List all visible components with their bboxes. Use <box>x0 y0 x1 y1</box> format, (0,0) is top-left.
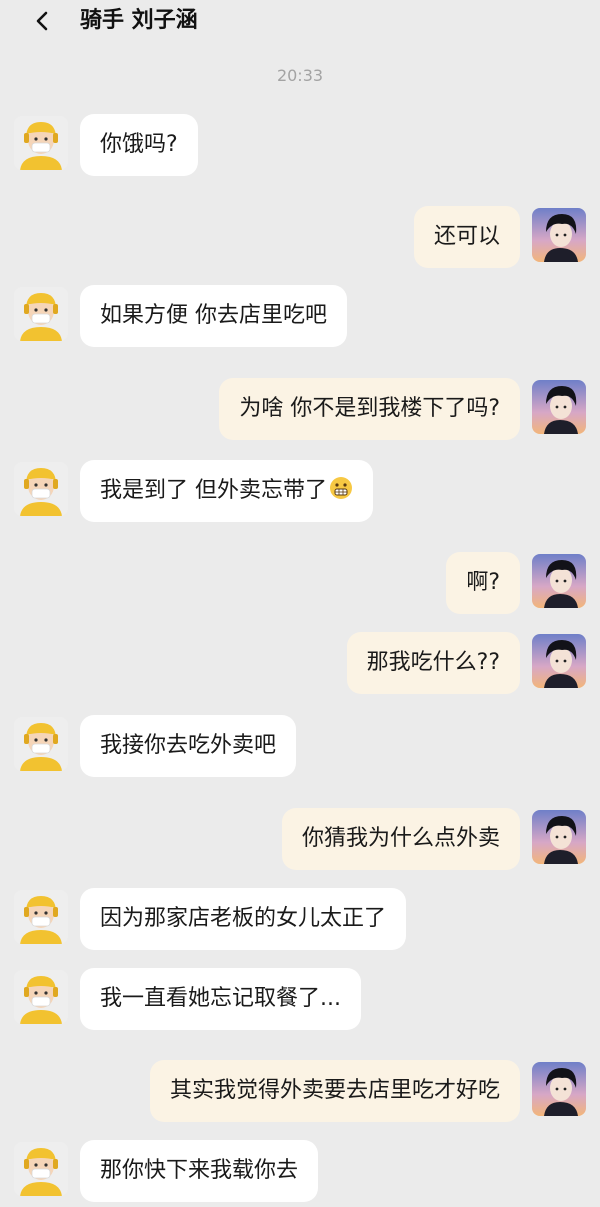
page-title: 骑手 刘子涵 <box>80 8 198 33</box>
message-bubble[interactable]: 那你快下来我载你去 <box>80 1140 319 1202</box>
message-row: 我一直看她忘记取餐了... <box>0 968 600 1032</box>
rider-avatar-icon[interactable] <box>14 890 68 944</box>
message-row: 那我吃什么?? <box>0 632 600 696</box>
message-row: 其实我觉得外卖要去店里吃才好吃 <box>0 1060 600 1124</box>
message-row: 你猜我为什么点外卖 <box>0 808 600 872</box>
rider-avatar-icon[interactable] <box>14 1142 68 1196</box>
message-bubble[interactable]: 其实我觉得外卖要去店里吃才好吃 <box>149 1060 520 1122</box>
message-bubble[interactable]: 还可以 <box>413 206 520 268</box>
message-row: 你饿吗? <box>0 114 600 178</box>
rider-avatar-icon[interactable] <box>14 116 68 170</box>
rider-avatar-icon[interactable] <box>14 462 68 516</box>
message-text: 我是到了 但外卖忘带了 <box>100 478 327 503</box>
user-avatar-icon[interactable] <box>532 208 586 262</box>
message-row: 为啥 你不是到我楼下了吗? <box>0 378 600 442</box>
rider-avatar-icon[interactable] <box>14 970 68 1024</box>
chevron-left-icon[interactable] <box>26 4 60 38</box>
rider-avatar-icon[interactable] <box>14 717 68 771</box>
grimace-emoji-icon <box>330 477 352 499</box>
message-bubble[interactable]: 如果方便 你去店里吃吧 <box>80 285 347 347</box>
message-row: 如果方便 你去店里吃吧 <box>0 285 600 349</box>
timestamp: 20:33 <box>276 66 324 85</box>
message-row: 还可以 <box>0 206 600 270</box>
top-bar: 骑手 刘子涵 <box>0 0 600 42</box>
message-bubble[interactable]: 因为那家店老板的女儿太正了 <box>80 888 407 950</box>
message-bubble[interactable]: 你饿吗? <box>80 114 198 176</box>
user-avatar-icon[interactable] <box>532 380 586 434</box>
message-bubble[interactable]: 我接你去吃外卖吧 <box>80 715 297 777</box>
message-bubble[interactable]: 我是到了 但外卖忘带了 <box>80 460 373 522</box>
user-avatar-icon[interactable] <box>532 554 586 608</box>
message-bubble[interactable]: 你猜我为什么点外卖 <box>281 808 520 870</box>
message-row: 我是到了 但外卖忘带了 <box>0 460 600 524</box>
message-row: 啊? <box>0 552 600 616</box>
message-bubble[interactable]: 那我吃什么?? <box>346 632 520 694</box>
message-bubble[interactable]: 我一直看她忘记取餐了... <box>80 968 361 1030</box>
user-avatar-icon[interactable] <box>532 810 586 864</box>
user-avatar-icon[interactable] <box>532 1062 586 1116</box>
rider-avatar-icon[interactable] <box>14 287 68 341</box>
message-row: 因为那家店老板的女儿太正了 <box>0 888 600 952</box>
message-row: 我接你去吃外卖吧 <box>0 715 600 779</box>
message-bubble[interactable]: 啊? <box>446 552 520 614</box>
message-bubble[interactable]: 为啥 你不是到我楼下了吗? <box>219 378 520 440</box>
user-avatar-icon[interactable] <box>532 634 586 688</box>
message-row: 那你快下来我载你去 <box>0 1140 600 1204</box>
